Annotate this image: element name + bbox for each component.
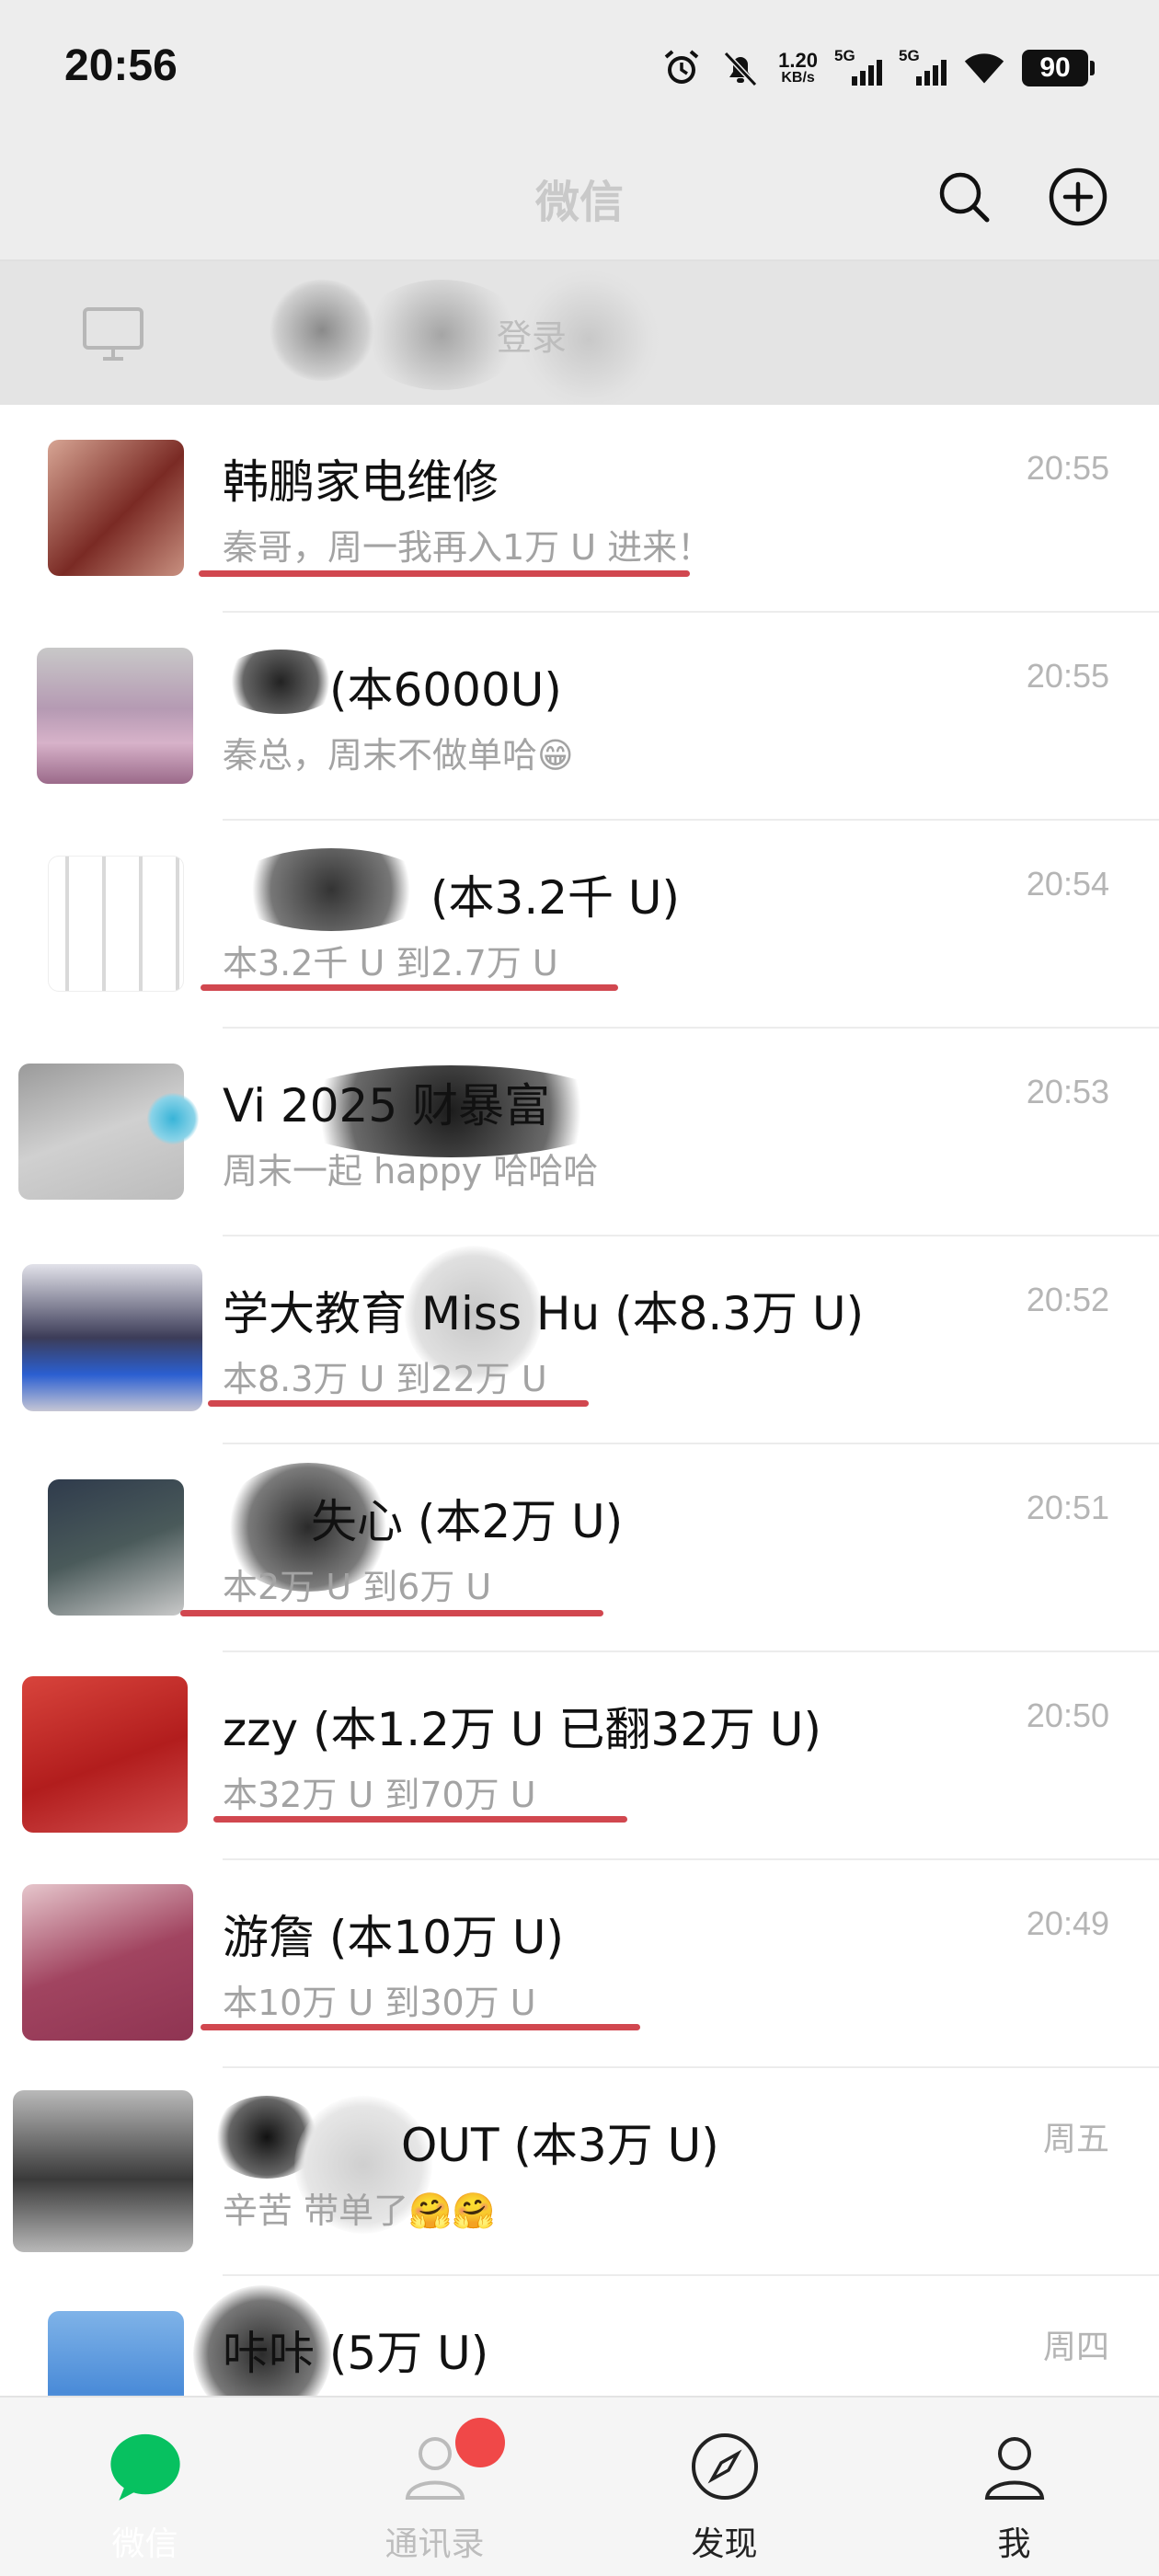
chat-preview: 周末一起 happy 哈哈哈 — [223, 1151, 599, 1191]
chat-name: 咔咔 (5万 U) — [223, 2327, 489, 2380]
chat-time: 周四 — [1042, 2328, 1109, 2365]
chat-name: 游詹 (本10万 U) — [223, 1911, 565, 1964]
pc-login-text: 登录 — [497, 317, 568, 358]
tab-me[interactable]: 我 — [869, 2398, 1159, 2576]
add-button[interactable] — [1041, 160, 1115, 234]
battery-level: 90 — [1022, 50, 1088, 86]
chat-row[interactable]: zzy (本1.2万 U 已翻32万 U) 本32万 U 到70万 U 20:5… — [0, 1652, 1159, 1860]
highlight-underline — [201, 984, 618, 991]
tab-contacts[interactable]: 通讯录 — [290, 2398, 580, 2576]
chat-name: Vi 2025 财暴富 — [223, 1079, 551, 1133]
status-icons: 1.20 KB/s 5G 5G 90 — [660, 42, 1095, 94]
chat-row[interactable]: Vi 2025 财暴富 周末一起 happy 哈哈哈 20:53 — [0, 1029, 1159, 1236]
person-icon — [973, 2425, 1056, 2508]
chat-time: 20:50 — [1026, 1696, 1109, 1734]
chat-preview: 本8.3万 U 到22万 U — [223, 1359, 547, 1399]
chat-time: 20:52 — [1026, 1281, 1109, 1318]
chat-row[interactable]: 失心 (本2万 U) 本2万 U 到6万 U 20:51 — [0, 1444, 1159, 1652]
chat-row[interactable]: (本3.2千 U) 本3.2千 U 到2.7万 U 20:54 — [0, 821, 1159, 1029]
chat-name: OUT (本3万 U) — [401, 2119, 719, 2172]
avatar — [48, 1479, 184, 1616]
avatar — [48, 440, 184, 576]
chat-name: 失心 (本2万 U) — [311, 1495, 624, 1548]
avatar — [22, 1264, 202, 1411]
battery-icon: 90 — [1022, 50, 1095, 86]
redaction-scribble — [147, 1093, 199, 1144]
signal-sim1-icon: 5G — [834, 47, 882, 89]
pc-login-banner[interactable]: 登录 — [0, 259, 1159, 408]
mute-bell-icon — [719, 47, 762, 89]
highlight-underline — [208, 1400, 589, 1407]
chat-preview: 本10万 U 到30万 U — [223, 1983, 536, 2023]
chat-time: 20:53 — [1026, 1073, 1109, 1110]
chat-name: zzy (本1.2万 U 已翻32万 U) — [223, 1703, 822, 1756]
avatar — [13, 2090, 193, 2252]
highlight-underline — [213, 1816, 627, 1823]
chat-time: 20:55 — [1026, 449, 1109, 487]
highlight-underline — [201, 2024, 640, 2030]
chat-row[interactable]: OUT (本3万 U) 辛苦 带单了🤗🤗 周五 — [0, 2068, 1159, 2276]
avatar — [37, 648, 193, 784]
network-speed-unit: KB/s — [781, 70, 815, 86]
signal-sim2-icon: 5G — [899, 47, 947, 89]
chat-time: 20:54 — [1026, 865, 1109, 903]
chat-preview: 本2万 U 到6万 U — [223, 1567, 492, 1607]
network-speed-value: 1.20 — [778, 49, 818, 72]
compass-icon — [683, 2425, 766, 2508]
chat-preview: 秦哥，周一我再入1万 U 进来！ — [223, 527, 713, 568]
unread-badge — [455, 2418, 505, 2467]
avatar — [48, 856, 184, 992]
tab-label: 我 — [997, 2525, 1031, 2563]
chat-name: (本6000U) — [329, 663, 562, 717]
chat-preview: 秦总，周末不做单哈😁 — [223, 735, 574, 776]
chat-name: 学大教育 Miss Hu (本8.3万 U) — [223, 1287, 865, 1340]
chat-time: 周五 — [1042, 2120, 1109, 2157]
chat-preview: 辛苦 带单了🤗🤗 — [223, 2191, 496, 2231]
avatar — [22, 1884, 193, 2041]
avatar — [48, 2311, 184, 2396]
chat-name: 韩鹏家电维修 — [223, 455, 499, 509]
wifi-icon — [963, 47, 1005, 89]
monitor-icon — [81, 305, 145, 366]
chat-row[interactable]: 咔咔 (5万 U) 周四 — [0, 2276, 1159, 2396]
chat-time: 20:51 — [1026, 1489, 1109, 1526]
highlight-underline — [199, 570, 690, 577]
chat-bubble-icon — [104, 2425, 187, 2508]
plus-circle-icon — [1049, 167, 1107, 226]
tab-label: 发现 — [691, 2525, 758, 2563]
wechat-screen: 20:56 1.20 KB/s 5G 5G 90 微信 登录 韩鹏家电维修 秦哥… — [0, 0, 1159, 2576]
chat-row[interactable]: 学大教育 Miss Hu (本8.3万 U) 本8.3万 U 到22万 U 20… — [0, 1236, 1159, 1444]
tab-discover[interactable]: 发现 — [580, 2398, 869, 2576]
avatar — [22, 1676, 188, 1833]
chat-list: 韩鹏家电维修 秦哥，周一我再入1万 U 进来！ 20:55 (本6000U) 秦… — [0, 405, 1159, 2396]
search-button[interactable] — [927, 160, 1001, 234]
chat-row[interactable]: 游詹 (本10万 U) 本10万 U 到30万 U 20:49 — [0, 1860, 1159, 2068]
status-bar: 20:56 1.20 KB/s 5G 5G 90 — [0, 0, 1159, 138]
chat-time: 20:49 — [1026, 1904, 1109, 1942]
chat-preview: 本3.2千 U 到2.7万 U — [223, 943, 558, 983]
bottom-tab-bar: 微信 通讯录 发现 我 — [0, 2396, 1159, 2576]
app-header: 微信 — [0, 138, 1159, 258]
tab-label: 微信 — [111, 2525, 178, 2563]
chat-time: 20:55 — [1026, 657, 1109, 695]
chat-name: (本3.2千 U) — [430, 871, 681, 925]
network-speed: 1.20 KB/s — [778, 51, 818, 86]
chat-row[interactable]: (本6000U) 秦总，周末不做单哈😁 20:55 — [0, 613, 1159, 821]
chat-preview: 本32万 U 到70万 U — [223, 1775, 536, 1815]
tab-chats[interactable]: 微信 — [0, 2398, 290, 2576]
status-time: 20:56 — [64, 41, 178, 90]
redaction-scribble — [221, 650, 340, 714]
chat-row[interactable]: 韩鹏家电维修 秦哥，周一我再入1万 U 进来！ 20:55 — [0, 405, 1159, 613]
alarm-icon — [660, 47, 703, 89]
search-icon — [939, 172, 990, 223]
highlight-underline — [180, 1610, 603, 1616]
redaction-scribble — [230, 848, 432, 931]
tab-label: 通讯录 — [384, 2525, 485, 2563]
